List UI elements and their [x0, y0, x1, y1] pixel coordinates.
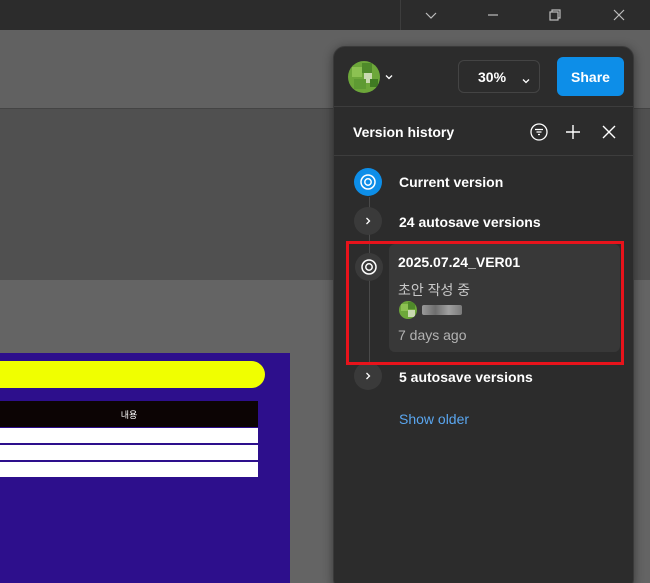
minimize-icon[interactable]	[470, 0, 516, 30]
highlight-box	[346, 241, 624, 365]
table-row[interactable]	[0, 445, 258, 460]
chevron-down-icon	[521, 73, 531, 89]
zoom-dropdown[interactable]: 30%	[458, 60, 540, 93]
chevron-down-icon[interactable]	[384, 69, 394, 87]
yellow-pill-shape[interactable]	[0, 361, 265, 388]
divider	[334, 155, 633, 156]
add-icon[interactable]	[562, 121, 584, 143]
restore-icon[interactable]	[532, 0, 578, 30]
close-icon[interactable]	[598, 121, 620, 143]
autosave-group-label[interactable]: 24 autosave versions	[399, 214, 541, 230]
chevron-down-icon[interactable]	[408, 0, 454, 30]
titlebar-divider	[400, 0, 401, 30]
version-item-current[interactable]: Current version	[399, 174, 503, 190]
autosave-group-label[interactable]: 5 autosave versions	[399, 369, 533, 385]
table-row[interactable]	[0, 428, 258, 443]
show-older-link[interactable]: Show older	[399, 411, 469, 427]
share-button[interactable]: Share	[557, 57, 624, 96]
avatar[interactable]	[348, 61, 380, 93]
panel-title: Version history	[353, 124, 455, 140]
chevron-right-icon[interactable]	[354, 207, 382, 235]
app-window: 내용 30% Share Version history Current ver…	[0, 0, 650, 583]
table-header[interactable]: 내용	[0, 401, 258, 427]
divider	[334, 106, 633, 107]
current-version-icon	[354, 168, 382, 196]
window-titlebar	[0, 0, 650, 30]
table-row[interactable]	[0, 462, 258, 477]
design-frame[interactable]: 내용	[0, 353, 290, 583]
zoom-value: 30%	[478, 68, 507, 85]
close-window-icon[interactable]	[596, 0, 642, 30]
chevron-right-icon[interactable]	[354, 362, 382, 390]
filter-icon[interactable]	[528, 121, 550, 143]
